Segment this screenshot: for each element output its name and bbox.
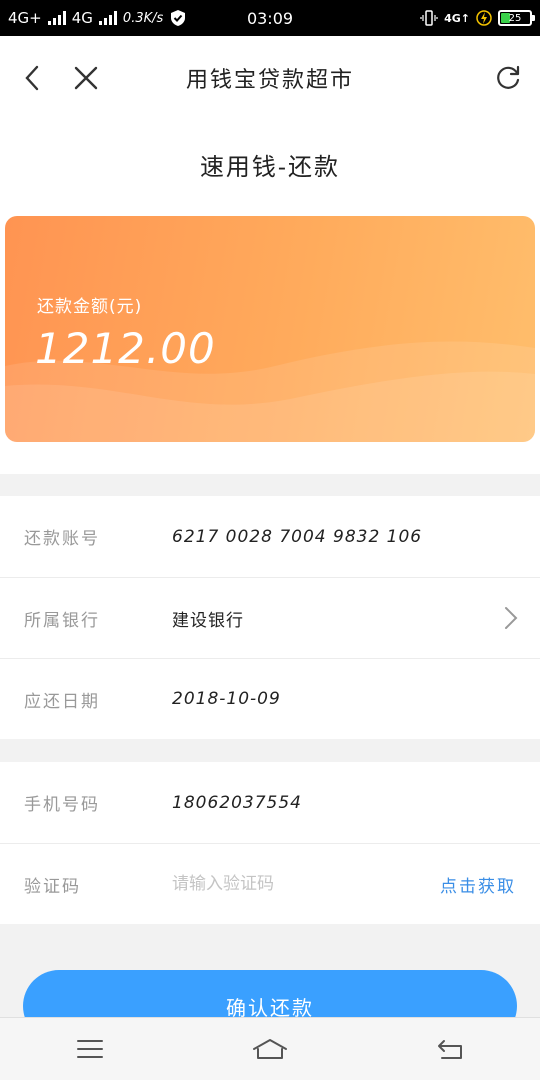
amount-label: 还款金额(元) <box>37 297 143 317</box>
network-label-1: 4G+ <box>8 9 42 27</box>
close-button[interactable] <box>66 58 106 98</box>
network-speed: 0.3K/s <box>122 10 164 26</box>
phone-label: 手机号码 <box>24 795 100 815</box>
bank-label: 所属银行 <box>24 610 100 631</box>
network-label-2: 4G <box>71 9 93 27</box>
phone-row: 手机号码 18062037554 <box>0 762 540 843</box>
page-title: 速用钱-还款 <box>199 152 341 181</box>
signal-icon <box>47 11 66 25</box>
refresh-button[interactable] <box>488 58 528 98</box>
verification-code-input[interactable] <box>172 874 412 894</box>
page-header: 速用钱-还款 <box>0 120 540 208</box>
account-value: 6217 0028 7004 9832 106 <box>172 526 423 547</box>
menu-button[interactable] <box>60 1024 120 1074</box>
amount-value: 1212.00 <box>35 324 216 373</box>
code-label: 验证码 <box>24 876 81 897</box>
get-code-button[interactable]: 点击获取 <box>440 872 516 897</box>
close-icon <box>74 66 98 90</box>
return-button[interactable] <box>420 1024 480 1074</box>
status-bar: 4G+ 4G 0.3K/s 03:09 4G↑ 25 <box>0 0 540 36</box>
account-label: 还款账号 <box>24 529 100 549</box>
system-nav-bar <box>0 1017 540 1080</box>
network-label-3: 4G↑ <box>444 11 470 25</box>
nav-bar: 用钱宝贷款超市 <box>0 36 540 120</box>
account-row: 还款账号 6217 0028 7004 9832 106 <box>0 496 540 577</box>
due-date-label: 应还日期 <box>24 691 100 712</box>
code-row: 验证码 点击获取 <box>0 843 540 924</box>
menu-icon <box>77 1040 103 1058</box>
account-section: 还款账号 6217 0028 7004 9832 106 所属银行 建设银行 应… <box>0 496 540 739</box>
battery-level: 25 <box>508 12 522 24</box>
amount-card-area: 还款金额(元) 1212.00 <box>0 208 540 474</box>
vibrate-icon <box>420 10 438 26</box>
signal-icon-2 <box>98 11 117 25</box>
bank-row[interactable]: 所属银行 建设银行 <box>0 577 540 658</box>
shield-icon <box>171 10 186 26</box>
due-date-value: 2018-10-09 <box>172 689 281 709</box>
battery-icon: 25 <box>498 10 535 26</box>
refresh-icon <box>497 65 520 89</box>
chevron-right-icon <box>505 607 518 629</box>
due-date-row: 应还日期 2018-10-09 <box>0 658 540 739</box>
home-icon <box>253 1039 287 1059</box>
amount-card: 还款金额(元) 1212.00 <box>5 216 535 442</box>
home-button[interactable] <box>240 1024 300 1074</box>
return-icon <box>438 1040 462 1059</box>
phone-value: 18062037554 <box>172 792 302 813</box>
verify-section: 手机号码 18062037554 验证码 点击获取 <box>0 762 540 924</box>
bank-value: 建设银行 <box>172 610 244 631</box>
back-button[interactable] <box>12 58 52 98</box>
chevron-left-icon <box>25 65 39 91</box>
charging-icon <box>476 10 492 26</box>
